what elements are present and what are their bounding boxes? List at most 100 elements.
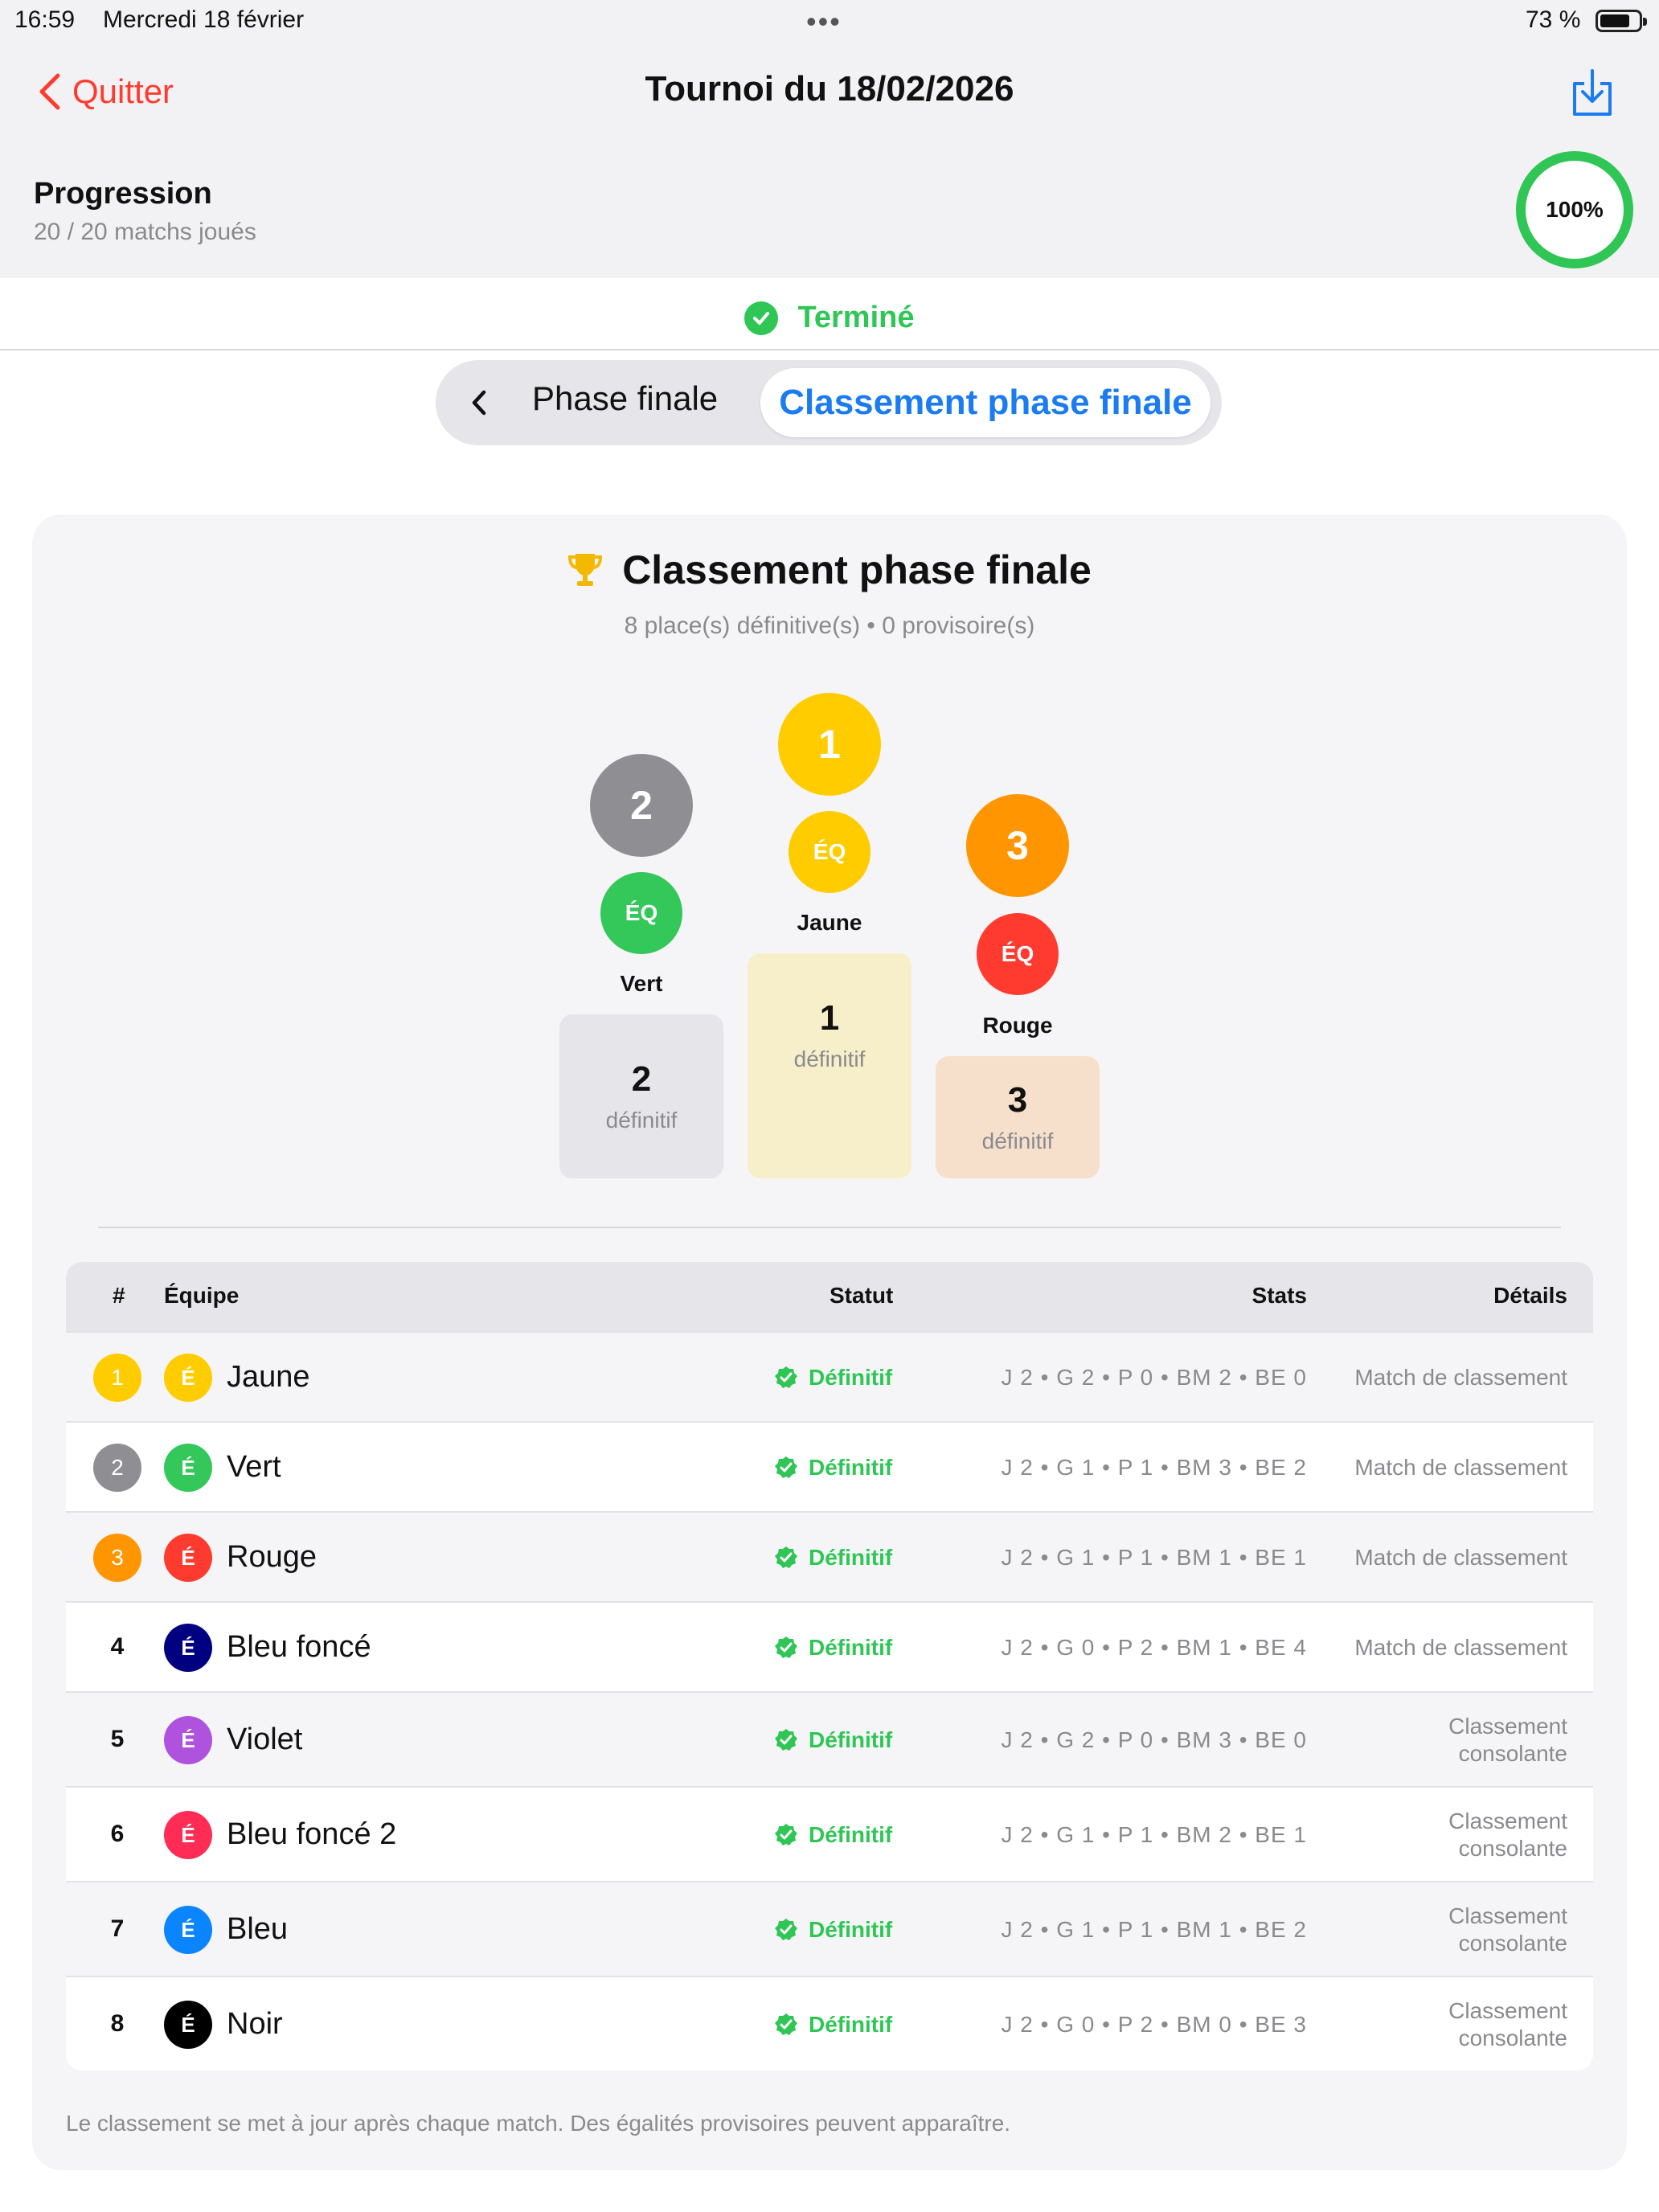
podium-place-3: 3 [1007,1080,1028,1120]
team-name: Bleu foncé [227,1630,371,1664]
multitasking-dots-icon[interactable]: ••• [806,5,842,39]
team-badge: É [164,1444,212,1492]
rank-number: 8 [110,2010,125,2037]
status-cell: Définitif [773,1365,892,1391]
table-row[interactable]: 2 É Vert Définitif J 2 • G 1 • P 1 • BM 3 • … [66,1421,1593,1511]
ranking-table: # Équipe Statut Stats Détails 1 É Jaune Déf… [66,1262,1593,2071]
details-cell: Match de classement [1354,1635,1567,1660]
rank-number: 5 [110,1726,125,1752]
status-text: Définitif [809,2012,893,2037]
table-row[interactable]: 1 É Jaune Définitif J 2 • G 2 • P 0 • BM 2 •… [66,1331,1593,1421]
details-cell: Match de classement [1354,1545,1567,1570]
table-row[interactable]: 3 É Rouge Définitif J 2 • G 1 • P 1 • BM 1 •… [66,1511,1593,1601]
status-cell: Définitif [773,1727,892,1753]
status-text: Définitif [809,1455,893,1480]
stats-cell: J 2 • G 0 • P 2 • BM 0 • BE 3 [1001,2012,1307,2037]
divider [0,349,1659,350]
podium-team-badge-1: ÉQ [789,811,870,893]
podium-place-1: 1 [819,998,840,1038]
status-text: Définitif [809,1635,893,1660]
checkmark-seal-icon [775,1366,797,1388]
card-title-text: Classement phase finale [622,547,1092,592]
status-cell: Définitif [773,2012,892,2038]
team-name: Violet [227,1722,303,1756]
team-badge: É [164,1811,212,1859]
segment-back-button[interactable] [460,383,500,423]
team-badge: É [164,1534,212,1582]
divider [98,1227,1561,1228]
page-title: Tournoi du 18/02/2026 [645,69,1014,109]
card-subtitle: 8 place(s) définitive(s) • 0 provisoire(… [624,612,1035,639]
download-tray-icon [1573,69,1612,116]
status-label: Terminé [797,301,915,334]
podium-rank-3: 3 [966,794,1069,897]
status-cell: Définitif [773,1635,892,1661]
team-name: Bleu foncé 2 [227,1817,397,1851]
details-cell: Classement consolante [1448,1998,1567,2050]
checkmark-seal-icon [775,1824,797,1845]
podium-team-badge-2: ÉQ [600,872,682,954]
status-text: Définitif [809,1545,893,1570]
status-cell: Définitif [773,1545,892,1571]
rank-number: 4 [110,1633,125,1660]
status-text: Définitif [809,1727,893,1752]
rank-badge: 3 [93,1534,141,1582]
details-cell: Classement consolante [1448,1903,1567,1956]
checkmark-seal-icon [775,1456,797,1478]
checkmark-circle-icon [744,301,779,335]
details-cell: Match de classement [1354,1365,1567,1390]
header-details: Détails [1493,1283,1567,1308]
team-badge: É [164,1354,212,1402]
table-header: # Équipe Statut Stats Détails [66,1262,1593,1331]
checkmark-seal-icon [775,1919,797,1940]
team-name: Rouge [227,1540,317,1574]
team-badge: É [164,1716,212,1764]
table-row[interactable]: 5 É Violet Définitif J 2 • G 2 • P 0 • BM 3 … [66,1691,1593,1786]
status-time: 16:59 [14,6,76,33]
podium-block-1: 1 définitif [748,953,911,1178]
tab-classement-phase-finale[interactable]: Classement phase finale [760,368,1210,437]
chevron-left-icon [472,390,486,416]
podium-rank-1: 1 [778,693,881,796]
podium-rank-2: 2 [590,754,693,857]
status-cell: Définitif [773,1455,892,1481]
status-cell: Définitif [773,1822,892,1848]
table-body: 1 É Jaune Définitif J 2 • G 2 • P 0 • BM 2 •… [66,1331,1593,2071]
tournament-status: Terminé [0,301,1659,335]
status-text: Définitif [809,1822,893,1847]
podium-label-2: définitif [605,1108,678,1133]
footnote: Le classement se met à jour après chaque… [66,2111,1011,2136]
export-button[interactable] [1570,66,1615,119]
rank-number: 7 [110,1915,125,1942]
header-status: Statut [830,1283,894,1308]
status-date: Mercredi 18 février [103,6,305,33]
podium-label-1: définitif [793,1047,866,1071]
progress-title: Progression [34,177,212,211]
card-title: Classement phase finale [0,547,1659,593]
table-row[interactable]: 8 É Noir Définitif J 2 • G 0 • P 2 • BM 0 • … [66,1976,1593,2071]
phase-segmented-control: Phase finale Classement phase finale [436,360,1222,445]
podium-block-3: 3 définitif [936,1056,1100,1178]
rank-badge: 1 [93,1354,141,1402]
details-cell: Classement consolante [1448,1809,1567,1861]
checkmark-seal-icon [775,1636,797,1658]
table-row[interactable]: 4 É Bleu foncé Définitif J 2 • G 0 • P 2 • B… [66,1601,1593,1691]
stats-cell: J 2 • G 2 • P 0 • BM 2 • BE 0 [1001,1365,1307,1390]
header-rank: # [113,1283,125,1308]
stats-cell: J 2 • G 1 • P 1 • BM 3 • BE 2 [1001,1455,1307,1480]
rank-number: 6 [110,1821,125,1847]
podium-team-badge-3: ÉQ [977,913,1059,995]
trophy-icon [568,554,603,586]
battery-icon [1596,10,1647,32]
podium-team-name-1: Jaune [797,910,862,935]
team-badge: É [164,1906,212,1954]
team-name: Noir [227,2007,283,2041]
checkmark-seal-icon [775,2013,797,2035]
details-cell: Match de classement [1354,1455,1567,1480]
podium-block-2: 2 définitif [559,1014,723,1178]
table-row[interactable]: 6 É Bleu foncé 2 Définitif J 2 • G 1 • P 1 •… [66,1786,1593,1881]
team-name: Vert [227,1450,281,1484]
team-badge: É [164,1624,212,1672]
table-row[interactable]: 7 É Bleu Définitif J 2 • G 1 • P 1 • BM 1 • … [66,1881,1593,1976]
tab-phase-finale[interactable]: Phase finale [532,379,718,418]
